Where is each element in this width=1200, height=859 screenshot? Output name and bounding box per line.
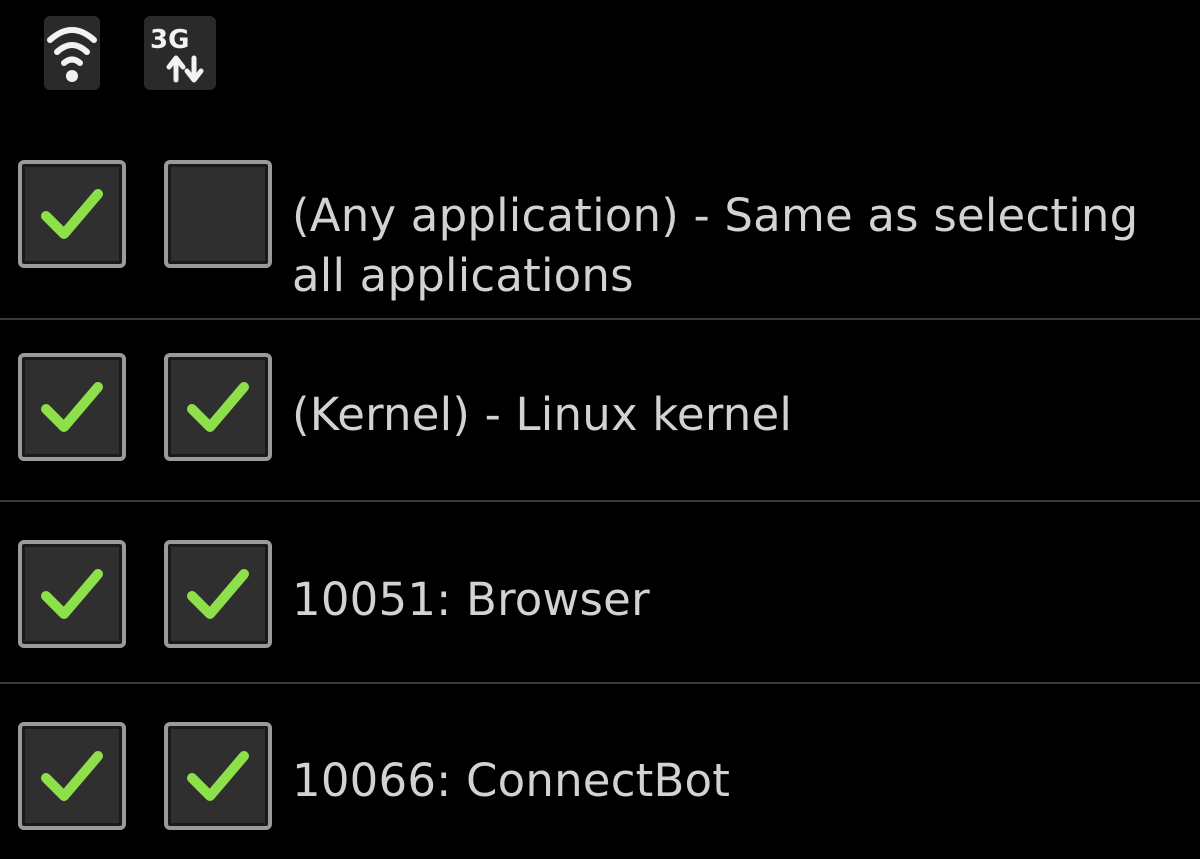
list-item: (Any application) - Same as selecting al… (0, 140, 1200, 320)
app-label: 10066: ConnectBot (292, 754, 731, 807)
checkmark-icon (41, 382, 103, 432)
wifi-checkbox[interactable] (18, 160, 126, 268)
wifi-checkbox[interactable] (18, 353, 126, 461)
app-label: 10051: Browser (292, 573, 650, 626)
checkmark-icon (41, 569, 103, 619)
checkmark-icon (187, 569, 249, 619)
column-header: 3G (0, 0, 1200, 100)
3g-data-icon: 3G (142, 14, 216, 94)
list-item: 10066: ConnectBot (0, 684, 1200, 859)
3g-label: 3G (150, 25, 189, 55)
checkmark-icon (41, 751, 103, 801)
wifi-checkbox[interactable] (18, 722, 126, 830)
data-checkbox[interactable] (164, 722, 272, 830)
wifi-checkbox[interactable] (18, 540, 126, 648)
app-label: (Kernel) - Linux kernel (292, 388, 793, 441)
list-item: 10051: Browser (0, 502, 1200, 684)
list-item: (Kernel) - Linux kernel (0, 320, 1200, 502)
data-checkbox[interactable] (164, 160, 272, 268)
checkmark-icon (41, 189, 103, 239)
app-list: (Any application) - Same as selecting al… (0, 140, 1200, 859)
data-checkbox[interactable] (164, 540, 272, 648)
checkmark-icon (187, 751, 249, 801)
app-label: (Any application) - Same as selecting al… (292, 189, 1139, 302)
checkmark-icon (187, 382, 249, 432)
wifi-icon (42, 14, 102, 94)
data-checkbox[interactable] (164, 353, 272, 461)
